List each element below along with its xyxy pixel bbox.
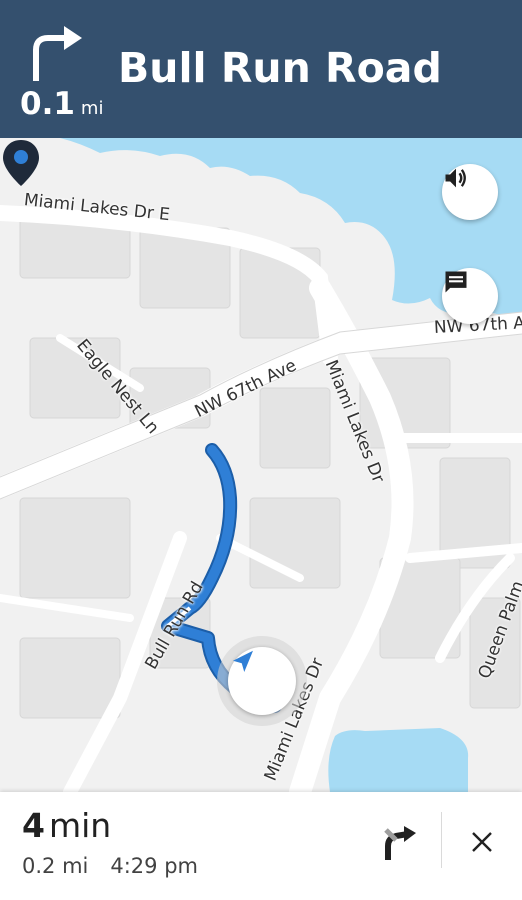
eta-details: 0.2 mi 4:29 pm (22, 854, 198, 878)
eta-duration: 4 min (22, 806, 111, 845)
navigation-banner: 0.1 mi Bull Run Road (0, 0, 522, 138)
turn-distance-unit: mi (80, 98, 104, 119)
report-button[interactable] (442, 268, 498, 324)
navigation-arrow-icon (233, 650, 253, 672)
route-fork-icon (384, 826, 416, 860)
turn-right-icon (33, 26, 82, 81)
turn-distance: 0.1 mi (20, 86, 103, 122)
map-view[interactable]: Miami Lakes Dr E Eagle Nest Ln NW 67th A… (0, 138, 522, 792)
divider (441, 812, 442, 868)
destination-pin-icon[interactable] (0, 138, 42, 188)
close-icon (472, 832, 492, 852)
current-location-marker[interactable] (228, 647, 296, 715)
volume-icon (445, 168, 466, 188)
message-icon (445, 271, 467, 293)
lake-bottom (328, 728, 469, 792)
arrival-time: 4:29 pm (110, 854, 198, 878)
trip-summary-sheet[interactable]: 4 min 0.2 mi 4:29 pm (0, 792, 522, 900)
eta-minutes: 4 (22, 806, 45, 845)
route-options-button[interactable] (374, 818, 422, 866)
remaining-distance: 0.2 mi (22, 854, 89, 878)
eta-unit: min (48, 806, 112, 845)
sound-button[interactable] (442, 164, 498, 220)
next-street-name: Bull Run Road (118, 44, 442, 92)
turn-distance-value: 0.1 (20, 86, 75, 122)
close-navigation-button[interactable] (462, 822, 502, 862)
